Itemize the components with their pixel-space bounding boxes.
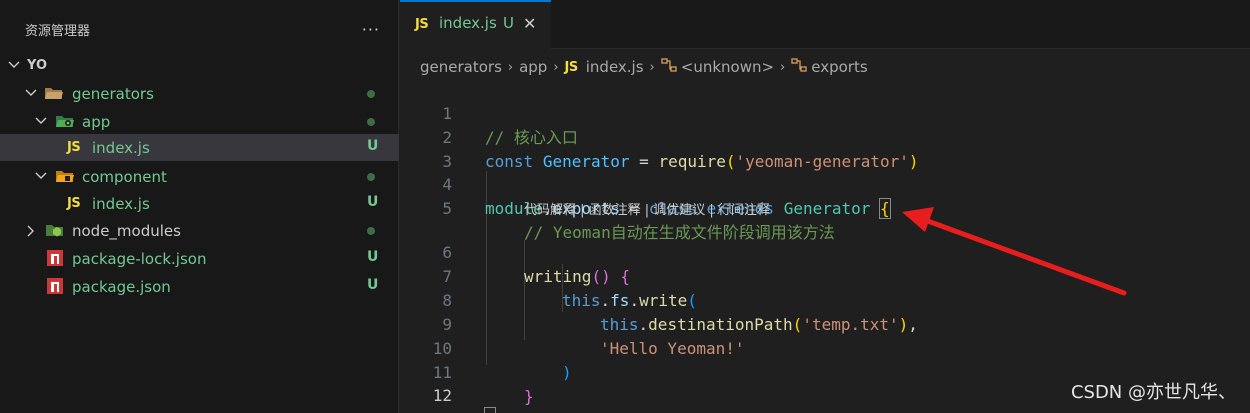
code-line[interactable]: 8 this.destinationPath('temp.txt'), [400,265,1250,334]
status-dot [367,90,375,98]
line-number: 12 [432,386,452,405]
token-bracket: } [524,387,534,406]
code-line[interactable]: 7 this.fs.write( [400,241,1250,310]
token-bracket: { [879,198,891,219]
root-folder-label: YO [27,58,48,73]
folder-open-icon [44,84,64,102]
untracked-badge: U [367,138,379,154]
component-folder-icon [55,167,75,185]
tree-root-yo[interactable]: YO [0,52,399,79]
tab-bar: JS index.js U ✕ [400,0,1250,50]
breadcrumb-item-exports[interactable]: exports [811,58,867,76]
tree-item-label: node_modules [72,221,181,240]
chevron-down-icon [8,60,20,70]
tree-item-label: package.json [72,277,171,296]
breadcrumb-item-unknown[interactable]: <unknown> [681,58,774,76]
chevron-right-icon [26,225,36,237]
symbol-exports-icon [791,58,807,76]
breadcrumb-item-app[interactable]: app [519,58,547,76]
symbol-unknown-icon [661,58,677,76]
watermark: CSDN @亦世凡华、 [1070,382,1236,403]
tree-item-label: index.js [92,138,150,157]
tree-item-label: package-lock.json [72,249,207,268]
breadcrumb-item-index-js[interactable]: index.js [586,58,644,76]
status-dot [367,118,375,126]
explorer-header: 资源管理器 ··· [0,0,398,58]
tree-item-component[interactable]: component [0,163,399,190]
tab-index-js[interactable]: JS index.js U ✕ [400,0,551,50]
chevron-down-icon [35,171,47,181]
tab-label: index.js [439,14,497,32]
untracked-badge: U [503,14,514,32]
chevron-right-icon: › [553,59,559,75]
js-file-icon: JS [564,59,579,75]
js-file-icon: JS [415,17,429,32]
tree-item-app[interactable]: app [0,108,399,135]
node-folder-icon [45,221,65,239]
tree-item-label: component [82,167,167,186]
explorer-title: 资源管理器 [25,23,91,39]
breadcrumb-item-generators[interactable]: generators [420,58,502,76]
codelens-actions[interactable]: 代码解释 | 函数注释 | 调优建议 | 行间注释 [524,199,770,218]
tree-item-node-modules[interactable]: node_modules [0,217,399,244]
code-line[interactable]: 4 module.exports = class extends Generat… [400,149,1250,219]
breadcrumb: generators › app › JS index.js › <unknow… [420,56,868,78]
status-dot [367,173,375,181]
code-line[interactable]: 6 writing() { [400,217,1250,286]
chevron-down-icon [35,116,47,126]
code-line[interactable]: 9 'Hello Yeoman!' [400,289,1250,358]
untracked-badge: U [367,277,379,293]
chevron-right-icon: › [780,59,786,75]
js-file-icon: JS [67,196,81,211]
token-class: Generator [783,199,871,218]
tree-item-app-index-js[interactable]: JS index.js U [0,134,399,161]
code-line[interactable]: 1 // 核心入口 [400,78,1250,147]
code-line[interactable]: 10 ) [400,313,1250,382]
app-folder-icon [55,112,75,130]
chevron-right-icon: › [649,59,655,75]
tree-item-component-index-js[interactable]: JS index.js U [0,190,399,217]
code-line[interactable]: 5 // Yeoman自动在生成文件阶段调用该方法 [400,173,1250,242]
tree-item-package-lock-json[interactable]: package-lock.json U [0,245,399,272]
tree-item-package-json[interactable]: package.json U [0,273,399,300]
js-file-icon: JS [67,140,81,155]
untracked-badge: U [367,194,379,210]
npm-icon [45,249,65,267]
untracked-badge: U [367,249,379,265]
npm-icon [45,277,65,295]
close-icon[interactable]: ✕ [523,14,536,33]
chevron-right-icon: › [507,59,514,75]
tree-item-label: app [82,112,111,131]
tree-item-generators[interactable]: generators [0,80,399,107]
token-bracket: } [484,407,496,413]
code-line[interactable]: 2 const Generator = require('yeoman-gene… [400,102,1250,171]
explorer-sidebar: 资源管理器 ··· YO generators app JS index.js [0,0,399,413]
status-dot [367,227,375,235]
code-line[interactable]: 11 } [400,337,1250,406]
tree-item-label: generators [72,84,154,103]
editor-area: JS index.js U ✕ generators › app › JS in… [400,0,1250,413]
chevron-down-icon [25,88,37,98]
tree-item-label: index.js [92,194,150,213]
more-actions-icon[interactable]: ··· [362,20,380,39]
code-line[interactable]: 3 [400,126,1250,171]
